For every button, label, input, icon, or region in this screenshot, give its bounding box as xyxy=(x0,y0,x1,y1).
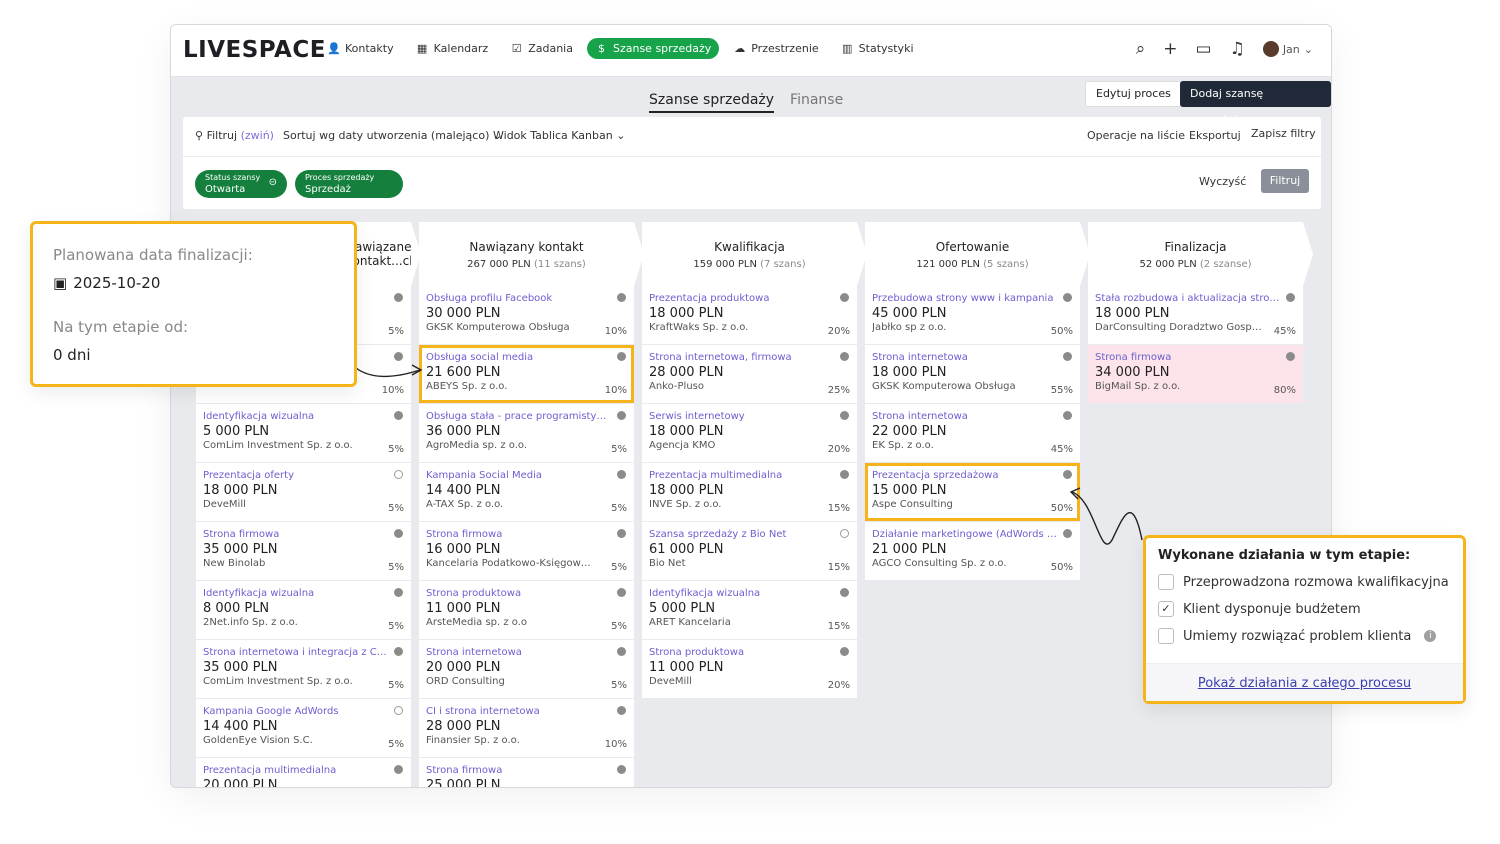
stage: LIVESPACE 👤 Kontakty ▦ Kalendarz ☑ Zadania $ Sz… xyxy=(0,0,1500,844)
stage-action-item[interactable]: Umiemy rozwiązać problem klienta i xyxy=(1158,628,1451,644)
checkbox-icon[interactable] xyxy=(1158,628,1174,644)
stage-action-label: Klient dysponuje budżetem xyxy=(1183,601,1361,617)
stage-since-label: Na tym etapie od: xyxy=(53,318,189,336)
calendar-icon: ▣ xyxy=(53,274,68,292)
checkbox-icon[interactable] xyxy=(1158,574,1174,590)
stage-action-label: Umiemy rozwiązać problem klienta xyxy=(1183,628,1412,644)
stage-since-value: 0 dni xyxy=(53,346,91,364)
show-all-actions-link[interactable]: Pokaż działania z całego procesu xyxy=(1198,676,1411,691)
stage-actions-list: Przeprowadzona rozmowa kwalifikacyjna ✓ Kl… xyxy=(1158,574,1451,644)
connector-left xyxy=(355,367,421,378)
stage-action-label: Przeprowadzona rozmowa kwalifikacyjna xyxy=(1183,574,1449,590)
stage-action-item[interactable]: Przeprowadzona rozmowa kwalifikacyjna xyxy=(1158,574,1451,590)
stage-actions-callout: Wykonane działania w tym etapie: Przepro… xyxy=(1143,535,1466,704)
planned-date-text: 2025-10-20 xyxy=(73,274,161,292)
close-date-callout: Planowana data finalizacji: ▣ 2025-10-20… xyxy=(30,221,357,387)
info-icon[interactable]: i xyxy=(1424,630,1437,642)
planned-date-label: Planowana data finalizacji: xyxy=(53,246,253,264)
stage-action-item[interactable]: ✓ Klient dysponuje budżetem xyxy=(1158,601,1451,617)
checkbox-checked-icon[interactable]: ✓ xyxy=(1158,601,1174,617)
connector-lines xyxy=(355,364,1143,545)
show-all-actions-footer: Pokaż działania z całego procesu xyxy=(1146,663,1463,701)
connector-left-arrow xyxy=(411,364,423,376)
connector-right xyxy=(1071,491,1143,545)
stage-actions-title: Wykonane działania w tym etapie: xyxy=(1158,548,1411,563)
planned-date-value: ▣ 2025-10-20 xyxy=(53,274,334,292)
